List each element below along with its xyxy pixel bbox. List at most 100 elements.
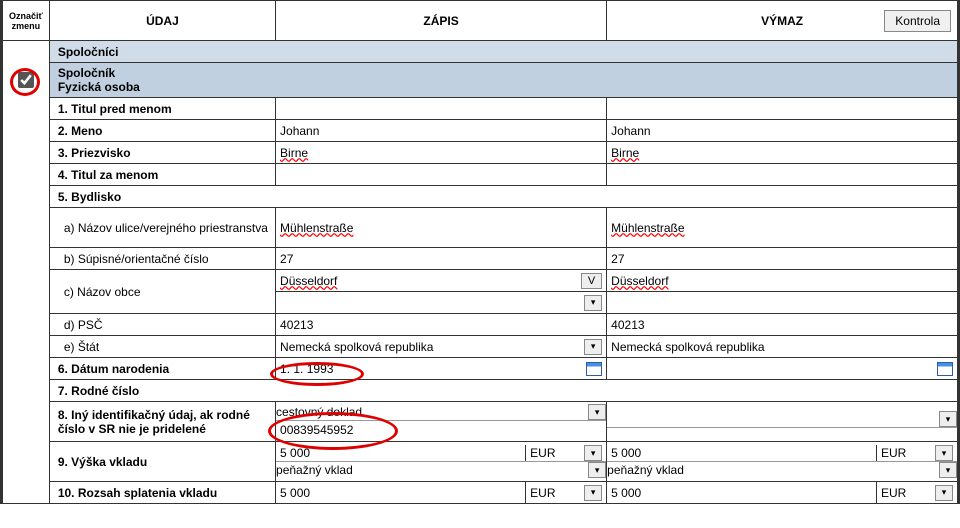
- zapis-titul-za[interactable]: [276, 164, 607, 186]
- vymaz-titul-pred[interactable]: [607, 98, 958, 120]
- vymaz-psc[interactable]: 40213: [607, 314, 958, 336]
- chevron-down-icon[interactable]: ▾: [939, 411, 957, 427]
- row-priezvisko: 3. Priezvisko Birne Birne: [3, 142, 958, 164]
- zapis-rozsah-amt[interactable]: 5 000: [276, 482, 526, 503]
- calendar-icon[interactable]: [937, 362, 953, 376]
- chevron-down-icon[interactable]: ▾: [584, 485, 602, 501]
- chevron-down-icon[interactable]: ▾: [935, 445, 953, 461]
- label-iny-ident: 8. Iný identifikačný údaj, ak rodné čísl…: [49, 402, 275, 442]
- header-mark: Označiť zmenu: [3, 1, 50, 41]
- label-ulica: a) Názov ulice/verejného priestranstva: [49, 208, 275, 248]
- label-priezvisko: 3. Priezvisko: [49, 142, 275, 164]
- row-rozsah-splatenia: 10. Rozsah splatenia vkladu 5 000 EUR ▾ …: [3, 482, 958, 504]
- zapis-priezvisko[interactable]: Birne: [276, 142, 607, 164]
- vymaz-titul-za[interactable]: [607, 164, 958, 186]
- label-rozsah-splatenia: 10. Rozsah splatenia vkladu: [49, 482, 275, 504]
- vymaz-vyska-vkladu: 5 000 EUR ▾ peňažný vklad ▾: [607, 442, 958, 482]
- chevron-down-icon[interactable]: ▾: [584, 339, 602, 355]
- vymaz-datum-cell: [607, 358, 958, 380]
- label-vyska-vkladu: 9. Výška vkladu: [49, 442, 275, 482]
- zapis-stat[interactable]: Nemecká spolková republika: [280, 340, 580, 354]
- subsection-row: Spoločník Fyzická osoba: [3, 63, 958, 98]
- vymaz-obec[interactable]: Düsseldorf: [607, 270, 958, 292]
- zapis-datum[interactable]: 1. 1. 1993: [280, 362, 582, 376]
- vymaz-iny-ident-cislo[interactable]: [607, 428, 957, 432]
- zapis-obec-cell: Düsseldorf V: [276, 270, 607, 292]
- vymaz-rozsah-amt[interactable]: 5 000: [607, 482, 877, 503]
- chevron-down-icon[interactable]: ▾: [935, 485, 953, 501]
- zapis-iny-ident-cislo[interactable]: 00839545952: [276, 421, 606, 439]
- subsection-title: Spoločník Fyzická osoba: [49, 63, 957, 98]
- chevron-down-icon[interactable]: ▾: [584, 445, 602, 461]
- vymaz-stat[interactable]: Nemecká spolková republika: [607, 336, 958, 358]
- vymaz-rozsah-cur[interactable]: EUR: [881, 486, 906, 500]
- label-titul-pred: 1. Titul pred menom: [49, 98, 275, 120]
- row-titul-pred: 1. Titul pred menom: [3, 98, 958, 120]
- row-datum-narodenia: 6. Dátum narodenia 1. 1. 1993: [3, 358, 958, 380]
- row-ulica: a) Názov ulice/verejného priestranstva M…: [3, 208, 958, 248]
- subsection-line1: Spoločník: [58, 66, 951, 80]
- zapis-supisne[interactable]: 27: [276, 248, 607, 270]
- zapis-datum-cell: 1. 1. 1993: [276, 358, 607, 380]
- label-titul-za: 4. Titul za menom: [49, 164, 275, 186]
- zapis-ulica[interactable]: Mühlenstraße: [276, 208, 607, 248]
- zapis-obec[interactable]: Düsseldorf: [280, 274, 577, 288]
- vymaz-supisne[interactable]: 27: [607, 248, 958, 270]
- vymaz-ulica[interactable]: Mühlenstraße: [607, 208, 958, 248]
- row-iny-ident: 8. Iný identifikačný údaj, ak rodné čísl…: [3, 402, 958, 442]
- zapis-ulica-text: Mühlenstraße: [280, 221, 353, 235]
- header-row: Označiť zmenu ÚDAJ ZÁPIS VÝMAZ Kontrola: [3, 1, 958, 41]
- vymaz-obec-text: Düsseldorf: [611, 274, 668, 288]
- label-stat: e) Štát: [49, 336, 275, 358]
- zapis-vklad-amt[interactable]: 5 000: [276, 445, 526, 461]
- row-obec-1: c) Názov obce Düsseldorf V Düsseldorf: [3, 270, 958, 292]
- zapis-meno[interactable]: Johann: [276, 120, 607, 142]
- label-meno: 2. Meno: [49, 120, 275, 142]
- subsection-line2: Fyzická osoba: [58, 80, 951, 94]
- row-supisne: b) Súpisné/orientačné číslo 27 27: [3, 248, 958, 270]
- vymaz-iny-ident: ▾: [607, 402, 958, 442]
- header-udaj: ÚDAJ: [49, 1, 275, 41]
- vymaz-obec-2: [607, 292, 958, 314]
- vymaz-vklad-cur[interactable]: EUR: [881, 446, 906, 460]
- row-titul-za: 4. Titul za menom: [3, 164, 958, 186]
- header-vymaz-label: VÝMAZ: [761, 14, 803, 28]
- vymaz-vklad-typ[interactable]: peňažný vklad: [607, 463, 935, 477]
- row-vyska-vkladu: 9. Výška vkladu 5 000 EUR ▾ peňažný vkla…: [3, 442, 958, 482]
- label-bydlisko: 5. Bydlisko: [49, 186, 957, 208]
- label-rodne-cislo: 7. Rodné číslo: [49, 380, 957, 402]
- zapis-vklad-cur[interactable]: EUR: [530, 446, 555, 460]
- zapis-iny-ident: cestovný doklad ▾ 00839545952: [276, 402, 607, 442]
- chevron-down-icon[interactable]: ▾: [584, 295, 602, 311]
- kontrola-button[interactable]: Kontrola: [884, 10, 951, 32]
- row-meno: 2. Meno Johann Johann: [3, 120, 958, 142]
- header-vymaz: VÝMAZ Kontrola: [607, 1, 958, 41]
- zapis-titul-pred[interactable]: [276, 98, 607, 120]
- row-stat: e) Štát Nemecká spolková republika ▾ Nem…: [3, 336, 958, 358]
- chevron-down-icon[interactable]: ▾: [588, 462, 606, 478]
- zapis-vklad-typ[interactable]: peňažný vklad: [276, 463, 584, 477]
- section-title: Spoločníci: [49, 41, 957, 63]
- calendar-icon[interactable]: [586, 362, 602, 376]
- zapis-vyska-vkladu: 5 000 EUR ▾ peňažný vklad ▾: [276, 442, 607, 482]
- zapis-psc[interactable]: 40213: [276, 314, 607, 336]
- zapis-iny-ident-typ[interactable]: cestovný doklad: [276, 405, 584, 419]
- label-supisne: b) Súpisné/orientačné číslo: [49, 248, 275, 270]
- mark-checkbox[interactable]: [18, 72, 34, 88]
- vymaz-vklad-amt[interactable]: 5 000: [607, 445, 877, 461]
- vymaz-ulica-text: Mühlenstraße: [611, 221, 684, 235]
- chevron-down-icon[interactable]: ▾: [588, 404, 606, 420]
- row-psc: d) PSČ 40213 40213: [3, 314, 958, 336]
- vymaz-priezvisko[interactable]: Birne: [607, 142, 958, 164]
- zapis-rozsah: 5 000 EUR ▾: [276, 482, 607, 504]
- row-bydlisko: 5. Bydlisko: [3, 186, 958, 208]
- section-row: Spoločníci: [3, 41, 958, 63]
- label-datum-narodenia: 6. Dátum narodenia: [49, 358, 275, 380]
- vymaz-meno[interactable]: Johann: [607, 120, 958, 142]
- vymaz-priezvisko-text: Birne: [611, 146, 639, 160]
- zapis-rozsah-cur[interactable]: EUR: [530, 486, 555, 500]
- obec-v-button[interactable]: V: [581, 273, 602, 289]
- row-rodne-cislo: 7. Rodné číslo: [3, 380, 958, 402]
- header-zapis: ZÁPIS: [276, 1, 607, 41]
- chevron-down-icon[interactable]: ▾: [939, 462, 957, 478]
